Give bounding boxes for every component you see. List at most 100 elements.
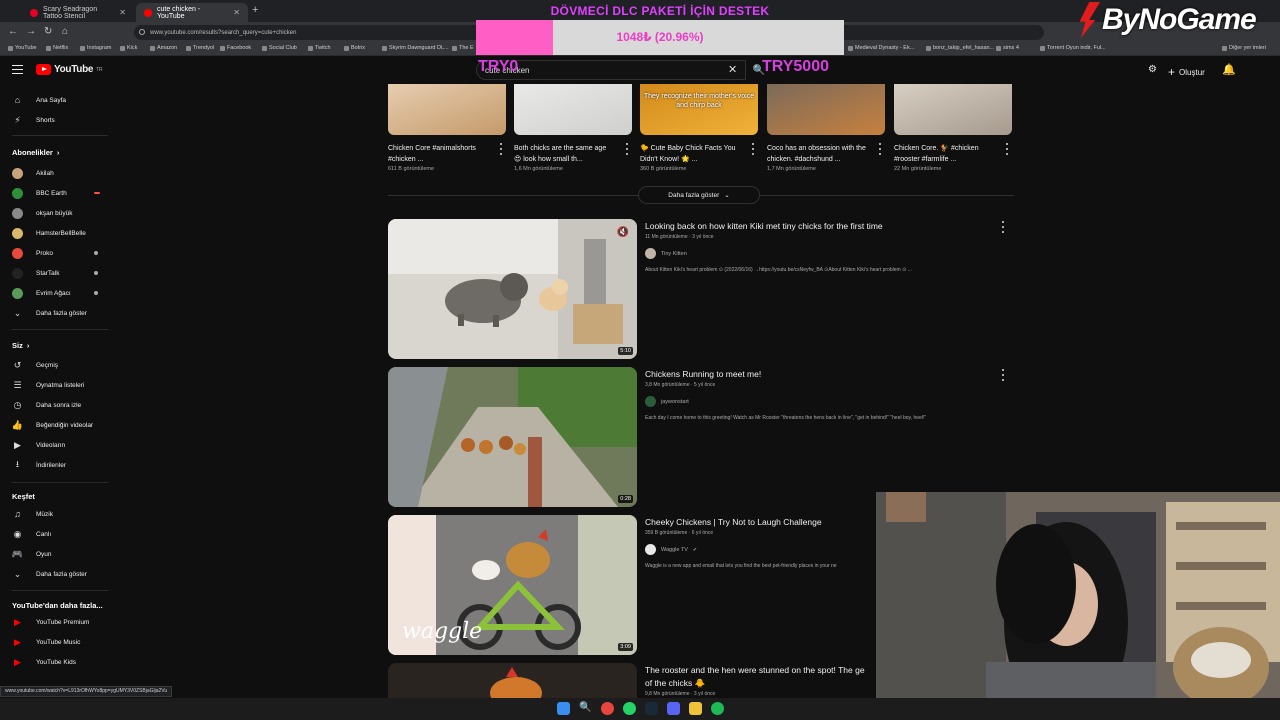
bookmark-item[interactable]: Social Club — [262, 45, 297, 51]
short-card[interactable]: They recognize their mother's voice and … — [640, 84, 758, 172]
start-menu-icon[interactable] — [557, 702, 570, 715]
short-card[interactable]: Coco has an obsession with the chicken. … — [767, 84, 885, 172]
short-thumbnail[interactable]: They recognize their mother's voice and … — [640, 84, 758, 135]
site-info-icon[interactable] — [139, 29, 145, 35]
sidebar-item-gaming[interactable]: 🎮 Oyun — [0, 545, 120, 563]
clear-search-icon[interactable]: ✕ — [728, 63, 737, 76]
sidebar-show-more[interactable]: ⌄ Daha fazla göster — [0, 304, 120, 322]
notifications-bell-icon[interactable]: 🔔 — [1222, 63, 1236, 76]
close-tab-icon[interactable]: ✕ — [119, 8, 126, 17]
bookmark-item[interactable]: Twitch — [308, 45, 331, 51]
chrome-icon[interactable] — [601, 702, 614, 715]
file-explorer-icon[interactable] — [689, 702, 702, 715]
short-thumbnail[interactable] — [514, 84, 632, 135]
video-result[interactable]: 0:28 Chickens Running to meet me! 3,8 Mn… — [388, 367, 1014, 508]
bookmark-item[interactable]: sims 4 — [996, 45, 1019, 51]
more-options-icon[interactable] — [625, 143, 628, 155]
spotify-icon[interactable] — [711, 702, 724, 715]
bookmark-item[interactable]: Kick — [120, 45, 137, 51]
sidebar-item-live[interactable]: ◉ Canlı — [0, 525, 120, 543]
sidebar-item-music[interactable]: ♫ Müzik — [0, 505, 120, 523]
bookmark-item[interactable]: Instagram — [80, 45, 111, 51]
short-card[interactable]: Chicken Core #animalshorts #chicken ... … — [388, 84, 506, 172]
video-title[interactable]: Chickens Running to meet me! — [645, 369, 761, 379]
tab-cute-chicken[interactable]: cute chicken - YouTube ✕ — [136, 3, 248, 22]
bookmark-item[interactable]: Trendyol — [186, 45, 214, 51]
sidebar-item-shorts[interactable]: ⚡ Shorts — [0, 111, 120, 129]
tab-scary-seadragon[interactable]: Scary Seadragon Tattoo Stencil ✕ — [22, 3, 134, 22]
channel-avatar[interactable] — [645, 396, 656, 407]
home-icon[interactable]: ⌂ — [62, 26, 68, 37]
steam-icon[interactable] — [645, 702, 658, 715]
video-title[interactable]: The rooster and the hen were stunned on … — [645, 665, 865, 675]
short-card[interactable]: Chicken Core. 🐓 #chicken #rooster #farml… — [894, 84, 1012, 172]
video-title-line2[interactable]: of the chicks 🐥 — [645, 678, 705, 689]
search-taskbar-icon[interactable]: 🔍 — [579, 702, 592, 715]
video-thumbnail[interactable]: waggle 3:09 — [388, 515, 637, 655]
subscriptions-heading[interactable]: Abonelikler › — [12, 148, 59, 157]
sidebar-subscription[interactable]: BBC Earth — [0, 184, 120, 202]
short-card[interactable]: Both chicks are the same age 😍 look how … — [514, 84, 632, 172]
channel-avatar[interactable] — [645, 248, 656, 259]
sidebar-item-liked-videos[interactable]: 👍 Beğendiğin videolar — [0, 416, 120, 434]
shorts-show-more-button[interactable]: Daha fazla göster ⌄ — [638, 186, 760, 204]
bookmark-item[interactable]: Medieval Dynasty - Ek... — [848, 45, 914, 51]
sidebar-subscription[interactable]: StarTalk — [0, 264, 120, 282]
bookmark-item[interactable]: Skyrim Dawnguard DL... — [382, 45, 449, 51]
video-thumbnail[interactable] — [388, 663, 637, 698]
video-channel[interactable]: Tiny Kitten — [645, 248, 687, 259]
video-channel[interactable]: jaywonstart — [645, 396, 689, 407]
bookmark-item[interactable]: Botrix — [344, 45, 365, 51]
sidebar-item-youtube-premium[interactable]: ▶ YouTube Premium — [0, 613, 120, 631]
sidebar-item-history[interactable]: ↺ Geçmiş — [0, 356, 120, 374]
video-channel[interactable]: Waggle TV ✔ — [645, 544, 697, 555]
more-options-icon[interactable] — [1001, 221, 1004, 233]
sidebar-subscription[interactable]: Akilah — [0, 164, 120, 182]
whatsapp-icon[interactable] — [623, 702, 636, 715]
video-title[interactable]: Looking back on how kitten Kiki met tiny… — [645, 221, 883, 231]
create-button[interactable]: + Oluştur — [1168, 65, 1205, 79]
short-title[interactable]: Chicken Core #animalshorts #chicken ... — [388, 143, 488, 165]
bookmark-item[interactable]: Diğer yer imleri — [1222, 45, 1266, 51]
bookmark-item[interactable]: Netflix — [46, 45, 68, 51]
channel-avatar[interactable] — [645, 544, 656, 555]
sidebar-item-playlists[interactable]: ☰ Oynatma listeleri — [0, 376, 120, 394]
video-thumbnail[interactable]: 0:28 — [388, 367, 637, 507]
mute-icon[interactable]: 🔇 — [617, 227, 629, 238]
sidebar-item-youtube-kids[interactable]: ▶ YouTube Kids — [0, 653, 120, 671]
video-title[interactable]: Cheeky Chickens | Try Not to Laugh Chall… — [645, 517, 822, 527]
more-options-icon[interactable] — [499, 143, 502, 155]
you-heading[interactable]: Siz › — [12, 341, 29, 350]
sidebar-explore-more[interactable]: ⌄ Daha fazla göster — [0, 565, 120, 583]
close-tab-icon[interactable]: ✕ — [233, 8, 240, 17]
reload-icon[interactable]: ↻ — [44, 26, 52, 37]
more-options-icon[interactable] — [751, 143, 754, 155]
bookmark-item[interactable]: bonz_takip_efel_hasan... — [926, 45, 994, 51]
cast-icon[interactable]: ⚙ — [1148, 64, 1157, 75]
bookmark-item[interactable]: YouTube — [8, 45, 37, 51]
sidebar-item-home[interactable]: ⌂ Ana Sayfa — [0, 91, 120, 109]
forward-icon[interactable]: → — [26, 26, 36, 37]
new-tab-icon[interactable]: + — [252, 4, 258, 16]
short-title[interactable]: Both chicks are the same age 😍 look how … — [514, 143, 614, 165]
sidebar-item-your-videos[interactable]: ▶ Videoların — [0, 436, 120, 454]
bookmark-item[interactable]: Facebook — [220, 45, 251, 51]
sidebar-item-youtube-music[interactable]: ▶ YouTube Music — [0, 633, 120, 651]
sidebar-item-downloads[interactable]: ⭳ İndirilenler — [0, 456, 120, 474]
short-thumbnail[interactable] — [388, 84, 506, 135]
more-options-icon[interactable] — [1005, 143, 1008, 155]
bookmark-item[interactable]: Amazon — [150, 45, 177, 51]
bookmark-item[interactable]: Torrent Oyun indir, Ful... — [1040, 45, 1106, 51]
sidebar-subscription[interactable]: Evrim Ağacı — [0, 284, 120, 302]
sidebar-subscription[interactable]: okşan büyük — [0, 204, 120, 222]
short-thumbnail[interactable] — [767, 84, 885, 135]
sidebar-subscription[interactable]: Proko — [0, 244, 120, 262]
youtube-logo[interactable]: YouTube TR — [36, 64, 103, 75]
short-title[interactable]: Coco has an obsession with the chicken. … — [767, 143, 867, 165]
short-title[interactable]: 🐤 Cute Baby Chick Facts You Didn't Know!… — [640, 143, 740, 165]
more-options-icon[interactable] — [1001, 369, 1004, 381]
short-title[interactable]: Chicken Core. 🐓 #chicken #rooster #farml… — [894, 143, 994, 165]
sidebar-item-watch-later[interactable]: ◷ Daha sonra izle — [0, 396, 120, 414]
short-thumbnail[interactable] — [894, 84, 1012, 135]
video-thumbnail[interactable]: 🔇 5:10 — [388, 219, 637, 359]
